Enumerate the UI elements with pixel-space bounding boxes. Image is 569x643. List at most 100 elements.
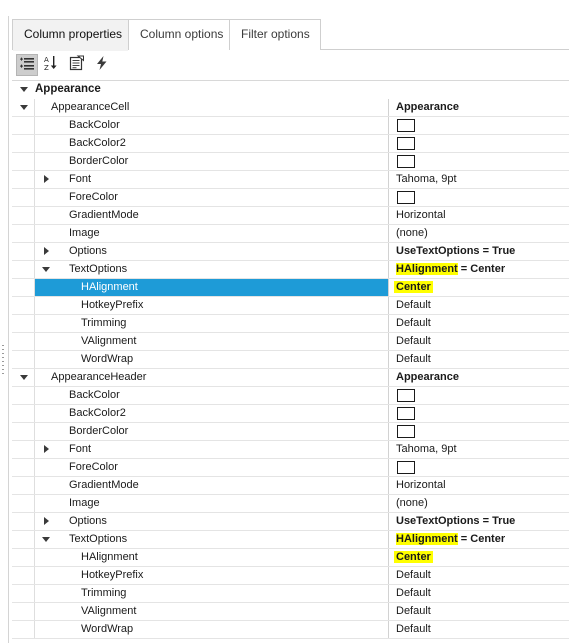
column-divider[interactable] <box>388 603 389 620</box>
property-name-cell[interactable]: HAlignment <box>35 279 388 296</box>
property-row[interactable]: Font Tahoma, 9pt <box>12 441 569 459</box>
column-divider[interactable] <box>388 567 389 584</box>
property-row[interactable]: GradientMode Horizontal <box>12 207 569 225</box>
property-row[interactable]: HotkeyPrefix Default <box>12 297 569 315</box>
column-divider[interactable] <box>388 333 389 350</box>
property-row[interactable]: BorderColor <box>12 153 569 171</box>
column-divider[interactable] <box>388 423 389 440</box>
property-row[interactable]: TextOptions HAlignment = Center <box>12 261 569 279</box>
property-row[interactable]: BackColor <box>12 387 569 405</box>
property-name-cell[interactable]: VAlignment <box>35 603 388 620</box>
property-value-cell[interactable]: Default <box>392 603 569 620</box>
property-name-cell[interactable]: Font <box>35 441 388 458</box>
property-value-cell[interactable] <box>392 405 569 422</box>
property-value-cell[interactable] <box>392 423 569 440</box>
color-swatch-icon[interactable] <box>397 461 415 474</box>
property-value-cell[interactable]: Default <box>392 567 569 584</box>
color-swatch-icon[interactable] <box>397 407 415 420</box>
property-name-cell[interactable]: Image <box>35 495 388 512</box>
property-row[interactable]: Font Tahoma, 9pt <box>12 171 569 189</box>
tab-filter-options[interactable]: Filter options <box>229 19 321 50</box>
property-row[interactable]: BackColor <box>12 117 569 135</box>
property-row[interactable]: BackColor2 <box>12 405 569 423</box>
property-row[interactable]: AppearanceCell Appearance <box>12 99 569 117</box>
column-divider[interactable] <box>388 477 389 494</box>
property-name-cell[interactable]: AppearanceHeader <box>35 369 388 386</box>
column-divider[interactable] <box>388 243 389 260</box>
property-name-cell[interactable]: Font <box>35 171 388 188</box>
property-name-cell[interactable]: Options <box>35 513 388 530</box>
property-pages-icon[interactable] <box>66 54 88 76</box>
property-value-cell[interactable] <box>392 387 569 404</box>
column-divider[interactable] <box>388 387 389 404</box>
property-row[interactable]: Trimming Default <box>12 315 569 333</box>
property-name-cell[interactable]: AppearanceCell <box>35 99 388 116</box>
column-divider[interactable] <box>388 153 389 170</box>
property-row[interactable]: ForeColor <box>12 189 569 207</box>
property-value-cell[interactable]: Default <box>392 585 569 602</box>
property-value-cell[interactable]: Default <box>392 621 569 638</box>
property-name-cell[interactable]: HotkeyPrefix <box>35 297 388 314</box>
column-divider[interactable] <box>388 189 389 206</box>
column-divider[interactable] <box>388 117 389 134</box>
property-row[interactable]: WordWrap Default <box>12 621 569 639</box>
property-value-cell[interactable]: Default <box>392 351 569 368</box>
property-name-cell[interactable]: WordWrap <box>35 351 388 368</box>
color-swatch-icon[interactable] <box>397 389 415 402</box>
column-divider[interactable] <box>388 369 389 386</box>
property-name-cell[interactable]: Options <box>35 243 388 260</box>
property-name-cell[interactable]: Trimming <box>35 315 388 332</box>
property-name-cell[interactable]: WordWrap <box>35 621 388 638</box>
property-name-cell[interactable]: VAlignment <box>35 333 388 350</box>
column-divider[interactable] <box>388 279 389 296</box>
property-value-cell[interactable]: Default <box>392 315 569 332</box>
property-row[interactable]: BorderColor <box>12 423 569 441</box>
property-name-cell[interactable]: TextOptions <box>35 261 388 278</box>
property-name-cell[interactable]: BorderColor <box>35 153 388 170</box>
property-row[interactable]: HAlignment Center <box>12 549 569 567</box>
property-name-cell[interactable]: GradientMode <box>35 477 388 494</box>
column-divider[interactable] <box>388 315 389 332</box>
property-row[interactable]: HotkeyPrefix Default <box>12 567 569 585</box>
column-divider[interactable] <box>388 351 389 368</box>
property-value-cell[interactable]: Center <box>392 279 569 296</box>
column-divider[interactable] <box>388 261 389 278</box>
column-divider[interactable] <box>388 459 389 476</box>
property-row[interactable]: Trimming Default <box>12 585 569 603</box>
property-value-cell[interactable]: Tahoma, 9pt <box>392 171 569 188</box>
property-row[interactable]: Image (none) <box>12 225 569 243</box>
property-row[interactable]: GradientMode Horizontal <box>12 477 569 495</box>
property-row[interactable]: TextOptions HAlignment = Center <box>12 531 569 549</box>
color-swatch-icon[interactable] <box>397 425 415 438</box>
property-name-cell[interactable]: Trimming <box>35 585 388 602</box>
column-divider[interactable] <box>388 225 389 242</box>
property-row[interactable]: VAlignment Default <box>12 603 569 621</box>
collapse-triangle-icon[interactable] <box>20 375 28 380</box>
property-name-cell[interactable]: BackColor <box>35 387 388 404</box>
property-value-cell[interactable]: UseTextOptions = True <box>392 243 569 260</box>
property-value-cell[interactable]: Tahoma, 9pt <box>392 441 569 458</box>
column-divider[interactable] <box>388 441 389 458</box>
color-swatch-icon[interactable] <box>397 137 415 150</box>
column-divider[interactable] <box>388 549 389 566</box>
property-name-cell[interactable]: BackColor2 <box>35 135 388 152</box>
tab-column-properties[interactable]: Column properties <box>12 19 129 51</box>
tab-column-options[interactable]: Column options <box>128 19 230 50</box>
property-name-cell[interactable]: HAlignment <box>35 549 388 566</box>
property-value-cell[interactable]: Appearance <box>392 99 569 116</box>
property-name-cell[interactable]: ForeColor <box>35 459 388 476</box>
property-row[interactable]: ForeColor <box>12 459 569 477</box>
property-row[interactable]: HAlignment Center <box>12 279 569 297</box>
collapse-triangle-icon[interactable] <box>20 105 28 110</box>
property-name-cell[interactable]: BorderColor <box>35 423 388 440</box>
property-row[interactable]: BackColor2 <box>12 135 569 153</box>
property-value-cell[interactable] <box>392 189 569 206</box>
property-value-cell[interactable]: Horizontal <box>392 207 569 224</box>
property-value-cell[interactable] <box>392 135 569 152</box>
property-name-cell[interactable]: BackColor2 <box>35 405 388 422</box>
property-value-cell[interactable]: (none) <box>392 495 569 512</box>
property-name-cell[interactable]: Appearance <box>12 81 569 98</box>
events-lightning-icon[interactable] <box>91 54 113 76</box>
property-name-cell[interactable]: GradientMode <box>35 207 388 224</box>
property-name-cell[interactable]: BackColor <box>35 117 388 134</box>
